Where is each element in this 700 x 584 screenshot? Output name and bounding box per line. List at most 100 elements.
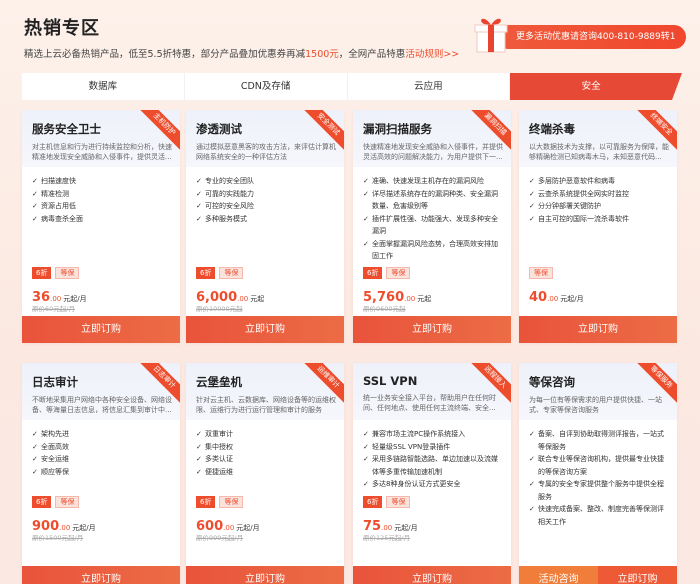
page-subtitle: 精选上云必备热销产品，低至5.5折特惠，部分产品叠加优惠券再减1500元，全网产… [24, 46, 459, 60]
discount-badge: 等保 [529, 267, 553, 279]
feature-text: 兼容市场主流PC操作系统接入 [372, 430, 466, 438]
tab-cdn-storage[interactable]: CDN及存储 [185, 73, 348, 100]
feature-list: ✓ 准确、快速发现主机存在的漏洞风险 ✓ 详尽描述系统存在的漏洞种类、安全漏洞数量、危… [353, 167, 511, 263]
feature-text: 联合专业等保咨询机构，提供最专业快捷的等保咨询方案 [538, 455, 664, 476]
tab-database[interactable]: 数据库 [22, 73, 185, 100]
buy-button[interactable]: 立即订购 [186, 566, 344, 584]
subtitle-mid: ，全网产品特惠 [338, 49, 406, 60]
check-icon: ✓ [196, 442, 202, 451]
buy-button[interactable]: 立即订购 [22, 316, 180, 343]
check-icon: ✓ [363, 480, 369, 488]
feature-text: 全面掌握漏洞风险态势，合理高效安排加固工作 [372, 239, 498, 261]
card-description: 不断地采集用户网络中各种安全设备、网络设备、等海量日志信息，将信息汇集到审计中.… [32, 396, 172, 414]
check-icon: ✓ [529, 505, 535, 513]
feature-item: ✓ 双重审计 [196, 428, 334, 441]
feature-text: 双重审计 [205, 430, 233, 438]
feature-text: 多层防护恶意软件和病毒 [538, 177, 615, 185]
check-icon: ✓ [529, 177, 535, 185]
feature-item: ✓ 可控的安全风险 [196, 200, 334, 213]
promo-text: 更多活动优惠请咨询400-810-9889转1 [516, 32, 676, 42]
original-price: 原价999元起/月 [196, 534, 244, 542]
check-icon: ✓ [363, 442, 369, 451]
feature-item: ✓ 兼容市场主流PC操作系统接入 [363, 428, 501, 441]
feature-item: ✓ 云查杀系统提供全网实时监控 [529, 188, 667, 201]
feature-list: ✓ 架构先进 ✓ 全面高效 ✓ 安全运维 ✓ 顺应等保 [22, 420, 180, 478]
tab-cloud-app[interactable]: 云应用 [348, 73, 511, 100]
price-unit: 元起/月 [560, 295, 584, 303]
discount-badge: 等保 [55, 267, 80, 279]
consult-button[interactable]: 活动咨询 [519, 566, 598, 584]
check-icon: ✓ [196, 214, 202, 223]
card-title: 服务安全卫士 [32, 122, 101, 136]
buy-button[interactable]: 立即订购 [353, 566, 511, 584]
feature-item: ✓ 便捷运维 [196, 466, 334, 479]
price-decimal: .00 [547, 295, 559, 303]
card-header: 终端杀毒 以大数据技术为支撑，以可靠服务为保障，能够精确检测已知病毒木马，未知恶意… [519, 110, 677, 167]
check-icon: ✓ [363, 189, 369, 198]
card-header: 日志审计 不断地采集用户网络中各种安全设备、网络设备、等海量日志信息，将信息汇集到… [22, 363, 180, 420]
feature-text: 可控的安全风险 [205, 202, 254, 210]
check-icon: ✓ [196, 467, 202, 476]
check-icon: ✓ [529, 455, 535, 463]
feature-item: ✓ 精准检测 [32, 188, 170, 201]
price-decimal: .00 [223, 524, 235, 532]
tab-security[interactable]: 安全 [510, 73, 682, 100]
card-description: 为每一位有等保需求的用户提供快捷、一站式、专家等保咨询服务 [529, 396, 662, 414]
feature-text: 自主可控的国际一流杀毒软件 [538, 214, 629, 223]
feature-item: ✓ 联合专业等保咨询机构，提供最专业快捷的等保咨询方案 [529, 453, 667, 478]
card-title: 云堡垒机 [196, 375, 242, 389]
product-card: 日志审计 不断地采集用户网络中各种安全设备、网络设备、等海量日志信息，将信息汇集到… [22, 363, 180, 584]
card-title: 等保咨询 [529, 375, 575, 389]
price-decimal: .00 [404, 295, 416, 303]
feature-text: 快速完成备案、整改、制度完善等保测评相关工作 [538, 505, 664, 526]
discount-badge: 等保 [219, 496, 244, 508]
subtitle-amount: 1500元 [305, 49, 339, 60]
feature-text: 插件扩展性强、功能强大、发现多种安全漏洞 [372, 214, 498, 236]
check-icon: ✓ [196, 455, 202, 463]
feature-item: ✓ 轻量级SSL VPN登录插件 [363, 441, 501, 454]
card-header: 漏洞扫描服务快速精准地发现安全威胁和入侵事件，并提供灵活高效的问题解决能力，为用… [353, 110, 511, 167]
buy-button[interactable]: 立即订购 [598, 566, 677, 584]
price-unit: 元起/月 [63, 295, 87, 303]
feature-text: 轻量级SSL VPN登录插件 [372, 442, 451, 451]
feature-item: ✓ 全面高效 [32, 441, 170, 454]
card-description: 快速精准地发现安全威胁和入侵事件，并提供灵活高效的问题解决能力，为用户提供下一.… [363, 143, 503, 161]
check-icon: ✓ [32, 177, 38, 185]
feature-item: ✓ 架构先进 [32, 428, 170, 441]
feature-item: ✓ 准确、快速发现主机存在的漏洞风险 [363, 175, 501, 188]
feature-text: 采用多链路智能选路、单边加速以及流媒体等多重传输加速机制 [372, 455, 498, 476]
check-icon: ✓ [363, 239, 369, 248]
buy-button[interactable]: 立即订购 [186, 316, 344, 343]
feature-text: 安全运维 [41, 455, 69, 463]
feature-item: ✓ 自主可控的国际一流杀毒软件 [529, 213, 667, 226]
feature-text: 集中授权 [205, 442, 233, 451]
discount-badge: 6折 [32, 267, 52, 279]
feature-text: 专属的安全专家提供整个服务中提供全程服务 [538, 480, 664, 501]
badge-group: 6折 等保 [363, 496, 411, 508]
card-header: 服务安全卫士 对主机信息和行为进行持续监控和分析，快速精准地发现安全威胁和入侵事件… [22, 110, 180, 167]
promo-banner[interactable]: 更多活动优惠请咨询400-810-9889转1 [496, 25, 686, 49]
card-header: 云堡垒机针对云主机、云数据库、网络设备等的运维权限、运维行为进行运行管理和审计的… [186, 363, 344, 420]
buy-button[interactable]: 立即订购 [22, 566, 180, 584]
rules-link[interactable]: 活动规则>> [405, 49, 459, 60]
feature-item: ✓ 扫描速度快 [32, 175, 170, 188]
price-unit: 元起 [250, 295, 265, 303]
check-icon: ✓ [32, 442, 38, 451]
feature-text: 顺应等保 [41, 467, 69, 476]
price-decimal: .00 [59, 524, 71, 532]
feature-item: ✓ 快速完成备案、整改、制度完善等保测评相关工作 [529, 503, 667, 528]
buy-button[interactable]: 立即订购 [353, 316, 511, 343]
feature-text: 精准检测 [41, 189, 69, 198]
header: 热销专区 精选上云必备热销产品，低至5.5折特惠，部分产品叠加优惠券再减1500… [0, 0, 700, 72]
product-card: 渗透测试 通过模拟恶意黑客的攻击方法，来评估计算机网络系统安全的一种评估方法 安全测… [186, 110, 344, 343]
product-card: 服务安全卫士 对主机信息和行为进行持续监控和分析，快速精准地发现安全威胁和入侵事件… [22, 110, 180, 343]
page-title: 热销专区 [24, 18, 100, 39]
feature-item: ✓ 专业的安全团队 [196, 175, 334, 188]
card-title: 漏洞扫描服务 [363, 122, 432, 136]
product-card: 漏洞扫描服务快速精准地发现安全威胁和入侵事件，并提供灵活高效的问题解决能力，为用… [353, 110, 511, 343]
feature-item: ✓ 资源占用低 [32, 200, 170, 213]
discount-badge: 等保 [219, 267, 244, 279]
check-icon: ✓ [363, 214, 369, 223]
card-description: 针对云主机、云数据库、网络设备等的运维权限、运维行为进行运行管理和审计的服务 [196, 396, 336, 414]
buy-button[interactable]: 立即订购 [519, 316, 677, 343]
